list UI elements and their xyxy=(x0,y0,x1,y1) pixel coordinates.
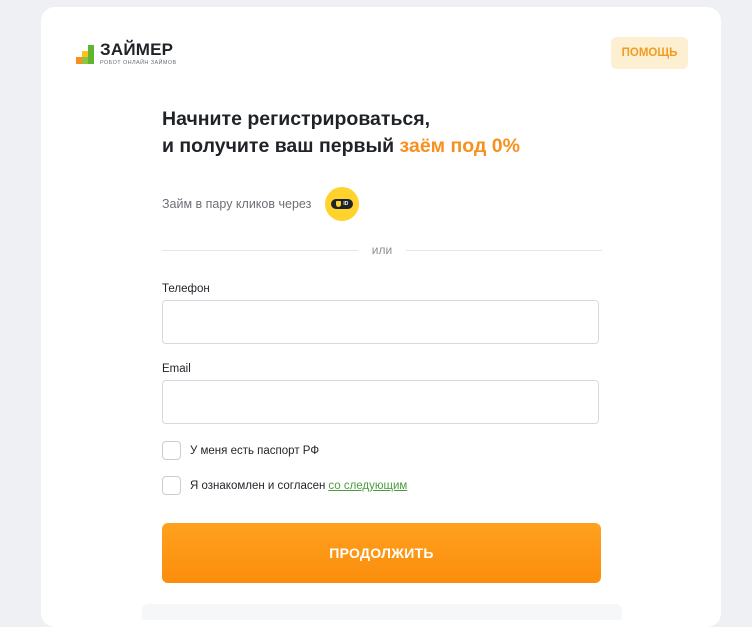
passport-checkbox[interactable] xyxy=(162,441,181,460)
title-line-2: и получите ваш первый заём под 0% xyxy=(162,133,520,160)
quick-login-text: Займ в пару кликов через xyxy=(162,197,312,211)
title-line-1: Начните регистрироваться, xyxy=(162,108,431,130)
agreement-label: Я ознакомлен и согласен xyxy=(190,479,326,492)
bottom-panel xyxy=(142,604,622,620)
title-accent: заём под 0% xyxy=(399,135,520,157)
passport-label: У меня есть паспорт РФ xyxy=(190,444,320,457)
id-badge-text: ID xyxy=(343,201,349,207)
id-logo-icon: ID xyxy=(331,199,354,209)
title-line-2-text: и получите ваш первый xyxy=(162,135,400,157)
phone-label: Телефон xyxy=(162,283,210,295)
quick-login-row: Займ в пару кликов через ID xyxy=(162,187,360,221)
id-login-button[interactable]: ID xyxy=(325,187,360,221)
email-label: Email xyxy=(162,363,191,375)
logo-mark-icon xyxy=(76,43,96,65)
divider-text: или xyxy=(358,243,406,257)
registration-card: ЗАЙМЕР РОБОТ ОНЛАЙН ЗАЙМОВ ПОМОЩЬ Начнит… xyxy=(41,7,721,627)
agreement-checkbox[interactable] xyxy=(162,476,181,495)
continue-button[interactable]: ПРОДОЛЖИТЬ xyxy=(162,523,601,583)
agreement-check-row[interactable]: Я ознакомлен и согласен со следующим xyxy=(162,476,407,495)
help-button[interactable]: ПОМОЩЬ xyxy=(611,37,688,69)
phone-input[interactable] xyxy=(162,300,599,344)
agreement-link[interactable]: со следующим xyxy=(328,480,407,492)
brand-logo[interactable]: ЗАЙМЕР РОБОТ ОНЛАЙН ЗАЙМОВ xyxy=(76,41,177,66)
passport-check-row[interactable]: У меня есть паспорт РФ xyxy=(162,441,319,460)
brand-name: ЗАЙМЕР xyxy=(100,40,174,59)
shield-icon xyxy=(336,201,342,207)
email-input[interactable] xyxy=(162,380,599,424)
brand-tagline: РОБОТ ОНЛАЙН ЗАЙМОВ xyxy=(100,60,177,66)
page-title: Начните регистрироваться, и получите ваш… xyxy=(162,106,520,160)
